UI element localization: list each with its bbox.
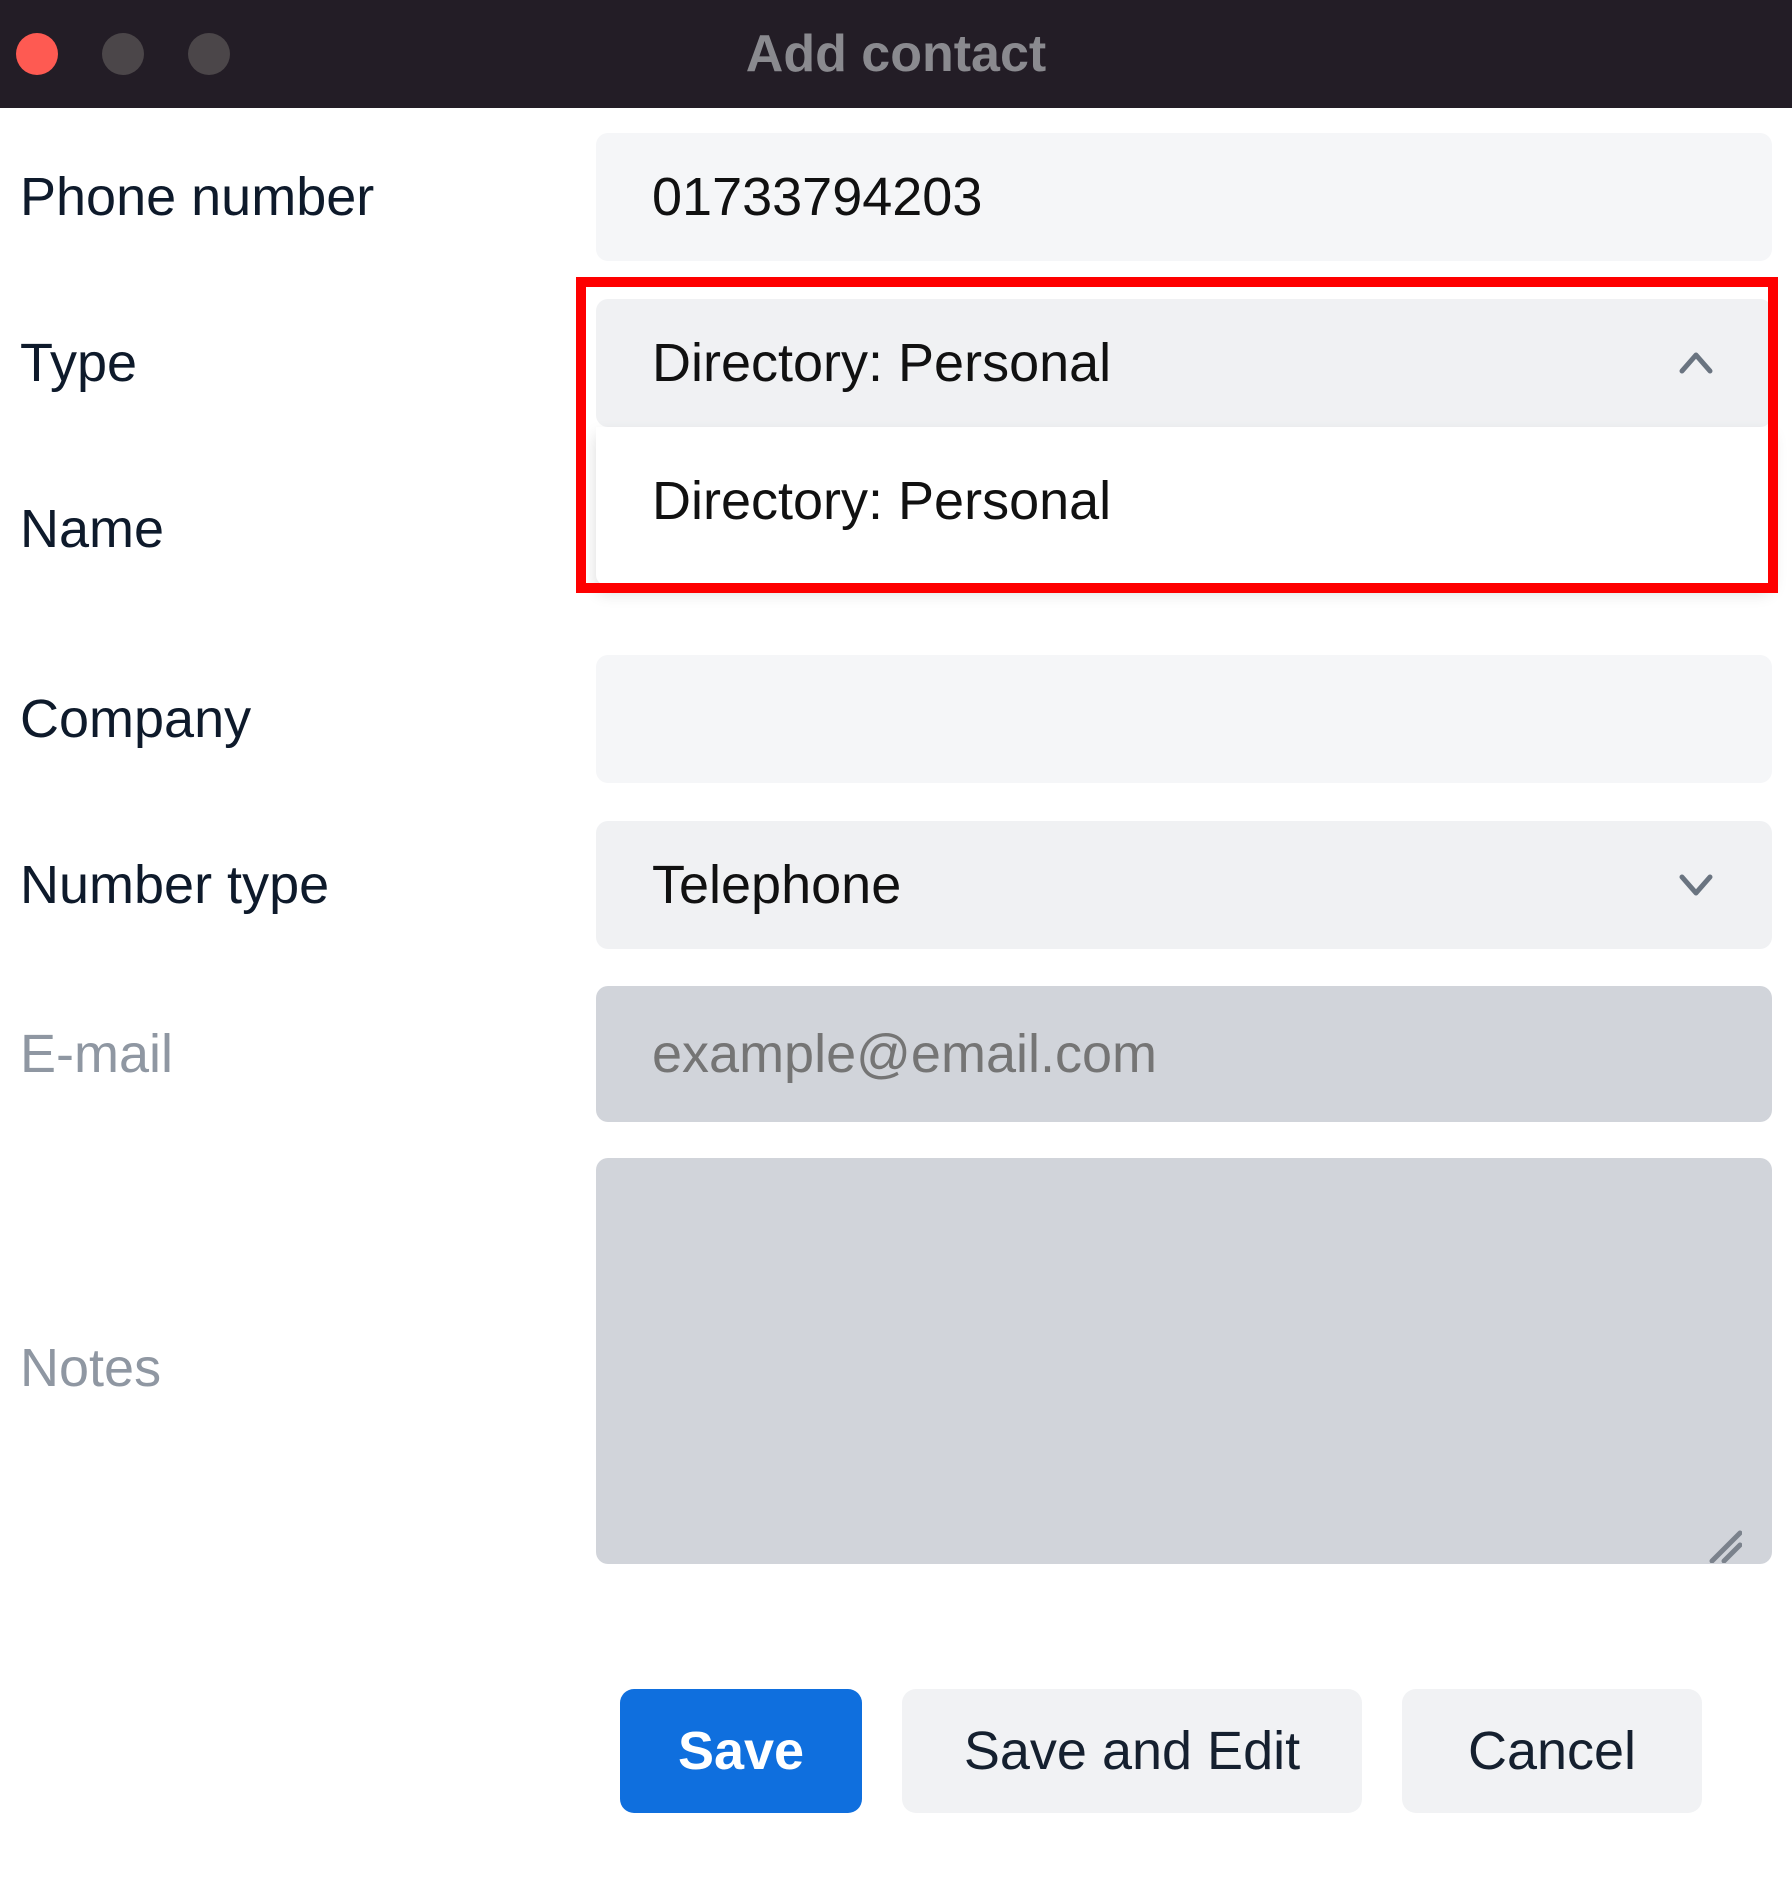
- type-option-label: Directory: Personal: [652, 469, 1111, 534]
- label-number-type: Number type: [20, 853, 596, 918]
- save-and-edit-button[interactable]: Save and Edit: [902, 1689, 1362, 1813]
- phone-number-input[interactable]: [596, 133, 1772, 261]
- save-button[interactable]: Save: [620, 1689, 862, 1813]
- label-notes: Notes: [20, 1336, 596, 1401]
- type-select-value: Directory: Personal: [652, 331, 1111, 396]
- notes-textarea[interactable]: [596, 1158, 1772, 1564]
- number-type-select-value: Telephone: [652, 853, 901, 918]
- label-email: E-mail: [20, 1022, 596, 1087]
- type-select[interactable]: Directory: Personal: [596, 299, 1772, 427]
- number-type-select[interactable]: Telephone: [596, 821, 1772, 949]
- cancel-button[interactable]: Cancel: [1402, 1689, 1702, 1813]
- row-type: Type Directory: Personal Directory: Pers…: [20, 298, 1772, 428]
- dialog-button-row: Save Save and Edit Cancel: [20, 1689, 1772, 1813]
- label-name: Name: [20, 497, 596, 562]
- label-company: Company: [20, 687, 596, 752]
- row-phone-number: Phone number: [20, 132, 1772, 262]
- window-title-bar: Add contact: [0, 0, 1792, 108]
- chevron-down-icon: [1676, 865, 1716, 905]
- label-phone-number: Phone number: [20, 165, 596, 230]
- row-notes: Notes: [20, 1158, 1772, 1579]
- company-input[interactable]: [596, 655, 1772, 783]
- row-company: Company: [20, 654, 1772, 784]
- chevron-up-icon: [1676, 343, 1716, 383]
- label-type: Type: [20, 331, 596, 396]
- email-input[interactable]: [596, 986, 1772, 1122]
- resize-grip-icon[interactable]: [1706, 1513, 1742, 1549]
- type-option-directory-personal[interactable]: Directory: Personal: [596, 435, 1772, 567]
- type-dropdown-panel: Directory: Personal: [596, 427, 1772, 585]
- window-title: Add contact: [0, 23, 1792, 85]
- row-email: E-mail: [20, 986, 1772, 1122]
- row-number-type: Number type Telephone: [20, 820, 1772, 950]
- add-contact-form: Phone number Type Directory: Personal Di…: [0, 108, 1792, 1813]
